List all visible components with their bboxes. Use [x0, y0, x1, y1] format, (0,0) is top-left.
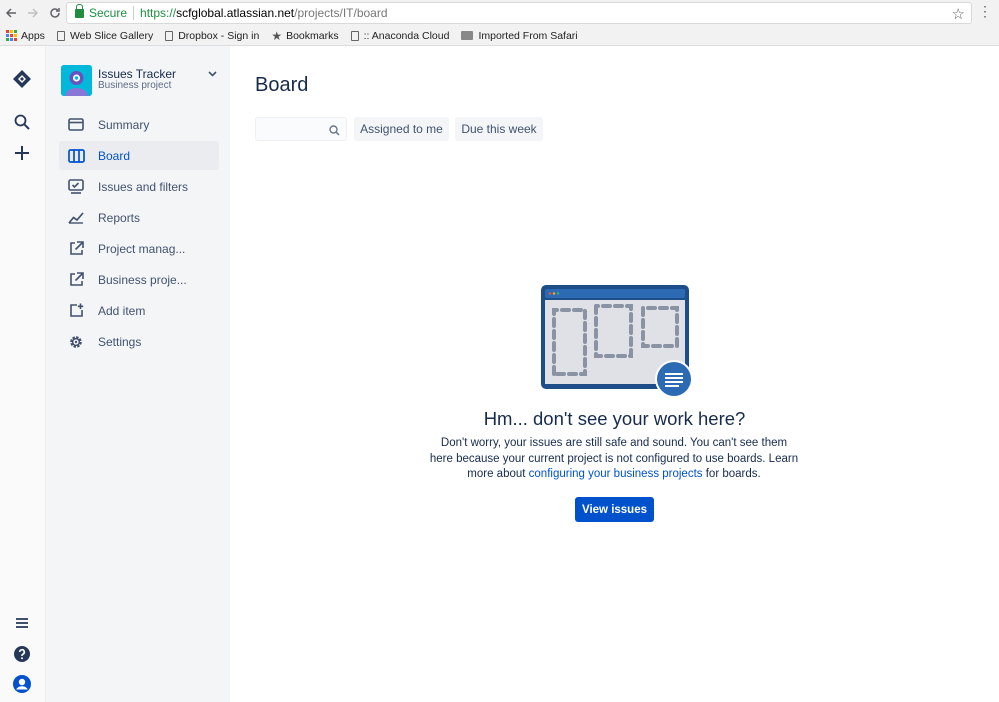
reports-icon: [67, 209, 85, 227]
sidebar-item-business-projects[interactable]: Business proje...: [59, 265, 219, 294]
browser-toolbar: Secure https:// scfglobal.atlassian.net …: [0, 0, 999, 26]
search-input[interactable]: [255, 117, 347, 141]
chevron-down-icon[interactable]: [208, 69, 217, 81]
bookmarks-bar: Apps Web Slice Gallery Dropbox - Sign in…: [0, 26, 999, 46]
divider: [133, 6, 135, 20]
help-icon[interactable]: [11, 643, 33, 665]
sidebar-item-summary[interactable]: Summary: [59, 110, 219, 139]
sidebar-item-label: Summary: [98, 117, 150, 132]
create-plus-icon[interactable]: [11, 142, 33, 164]
empty-state-text-end: for boards.: [702, 468, 761, 480]
main-content: Board Assigned to me Due this week Hm...…: [230, 46, 999, 702]
add-item-icon: [67, 302, 85, 320]
project-robot-icon: [61, 64, 92, 96]
bookmark-anaconda[interactable]: :: Anaconda Cloud: [350, 29, 450, 42]
sidebar-item-label: Reports: [98, 210, 141, 225]
filter-assigned-to-me-button[interactable]: Assigned to me: [354, 117, 449, 141]
back-button[interactable]: [0, 0, 22, 26]
sidebar-item-label: Settings: [98, 334, 142, 349]
bookmark-dropbox[interactable]: Dropbox - Sign in: [165, 30, 259, 42]
configure-projects-link[interactable]: configuring your business projects: [529, 468, 703, 480]
sidebar-item-board[interactable]: Board: [59, 141, 219, 170]
bookmark-label: Dropbox - Sign in: [178, 29, 260, 42]
bookmark-imported-safari[interactable]: Imported From Safari: [461, 29, 578, 42]
profile-avatar-icon[interactable]: [11, 673, 33, 695]
project-sidebar: Issues Tracker Business project Summary …: [46, 46, 230, 702]
bookmark-web-slice-gallery[interactable]: Web Slice Gallery: [56, 29, 154, 42]
global-nav: [0, 46, 46, 702]
gear-icon: [67, 333, 85, 351]
page-icon: [165, 30, 174, 41]
sidebar-item-issues-and-filters[interactable]: Issues and filters: [59, 172, 219, 201]
bookmark-bookmarks[interactable]: ★ Bookmarks: [271, 29, 338, 43]
sidebar-item-project-management[interactable]: Project manag...: [59, 234, 219, 263]
sidebar-item-add-item[interactable]: Add item: [59, 296, 219, 325]
page-icon: [350, 30, 359, 41]
sidebar-item-settings[interactable]: Settings: [59, 327, 219, 356]
search-icon: [329, 123, 340, 141]
view-issues-button[interactable]: View issues: [575, 497, 654, 522]
browser-menu-icon[interactable]: ⋮: [978, 3, 992, 20]
forward-button[interactable]: [22, 0, 44, 26]
page-title: Board: [255, 74, 309, 96]
sidebar-item-label: Business proje...: [98, 272, 187, 287]
search-icon[interactable]: [11, 111, 33, 133]
sidebar-item-label: Board: [98, 148, 131, 163]
external-link-icon: [67, 240, 85, 258]
lock-icon: [75, 3, 84, 18]
project-name: Issues Tracker: [98, 67, 177, 81]
sidebar-item-label: Add item: [98, 303, 146, 318]
bookmark-label: Web Slice Gallery: [69, 29, 154, 42]
bookmark-label: Apps: [21, 29, 45, 42]
empty-state-title: Hm... don't see your work here?: [483, 408, 746, 429]
star-icon: ★: [271, 28, 283, 43]
project-avatar: [61, 64, 92, 96]
jira-logo-icon[interactable]: [11, 68, 33, 90]
sidebar-item-reports[interactable]: Reports: [59, 203, 219, 232]
menu-icon[interactable]: [11, 612, 33, 634]
apps-grid-icon: [6, 30, 17, 41]
reload-button[interactable]: [44, 0, 66, 26]
summary-icon: [67, 116, 85, 134]
bookmark-apps[interactable]: Apps: [0, 30, 45, 42]
bookmark-star-icon[interactable]: ☆: [952, 5, 965, 23]
reload-icon: [50, 8, 60, 18]
folder-icon: [461, 31, 474, 40]
project-switcher[interactable]: Issues Tracker Business project: [61, 63, 221, 97]
project-type: Business project: [98, 80, 172, 91]
url-path: /projects/IT/board: [294, 6, 388, 20]
project-name-block: Issues Tracker Business project: [98, 68, 176, 92]
filter-due-this-week-button[interactable]: Due this week: [455, 117, 543, 141]
sidebar-item-label: Project manag...: [98, 241, 186, 256]
bookmark-label: Imported From Safari: [478, 29, 578, 42]
address-bar[interactable]: Secure https:// scfglobal.atlassian.net …: [66, 2, 972, 24]
issues-icon: [67, 178, 85, 196]
sidebar-item-label: Issues and filters: [98, 179, 189, 194]
empty-board-illustration: [539, 284, 697, 402]
bookmark-label: :: Anaconda Cloud: [363, 29, 450, 42]
board-icon: [67, 147, 85, 165]
empty-state-body: Don't worry, your issues are still safe …: [428, 436, 800, 483]
secure-label: Secure: [89, 6, 128, 20]
arrow-left-icon: [5, 8, 16, 18]
bookmark-label: Bookmarks: [286, 29, 339, 42]
arrow-right-icon: [28, 8, 39, 18]
url-scheme: https://: [140, 6, 177, 20]
page-icon: [56, 30, 65, 41]
external-link-icon: [67, 271, 85, 289]
url-host: scfglobal.atlassian.net: [176, 6, 295, 20]
